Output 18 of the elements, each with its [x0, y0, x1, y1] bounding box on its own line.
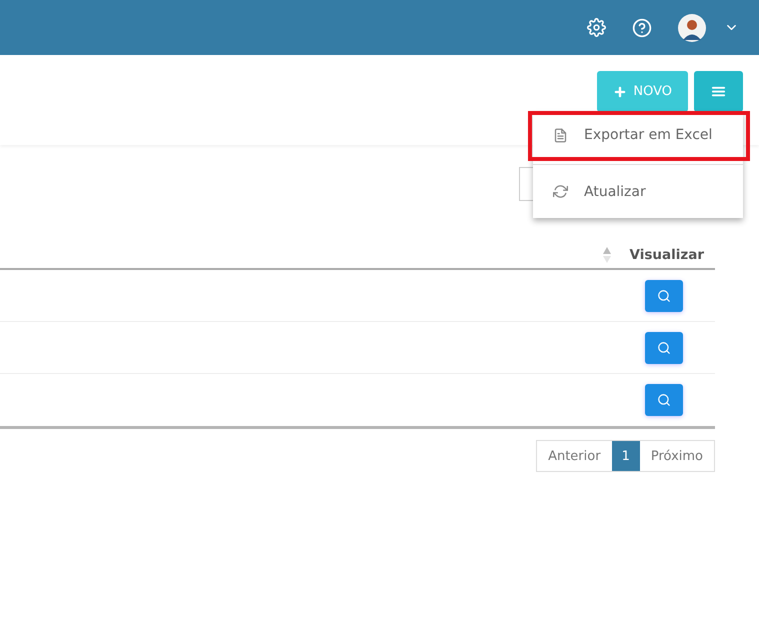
menu-icon: [711, 84, 726, 99]
file-icon: [553, 128, 568, 142]
plus-icon: [613, 84, 628, 98]
menu-item[interactable]: Exportar em Excel: [533, 112, 743, 158]
column-heading: Visualizar: [630, 246, 704, 262]
settings-icon[interactable]: [587, 18, 606, 37]
menu-item[interactable]: Atualizar: [533, 169, 743, 214]
refresh-icon: [553, 184, 568, 199]
search-icon: [657, 288, 671, 302]
menu-button[interactable]: [694, 71, 743, 112]
view-button[interactable]: [645, 280, 683, 312]
page-button[interactable]: 1: [612, 441, 640, 471]
help-icon[interactable]: [632, 18, 652, 38]
avatar-icon[interactable]: [678, 14, 706, 42]
view-button[interactable]: [645, 384, 683, 416]
view-button[interactable]: [645, 332, 683, 364]
search-icon: [657, 392, 671, 406]
search-icon: [657, 340, 671, 354]
